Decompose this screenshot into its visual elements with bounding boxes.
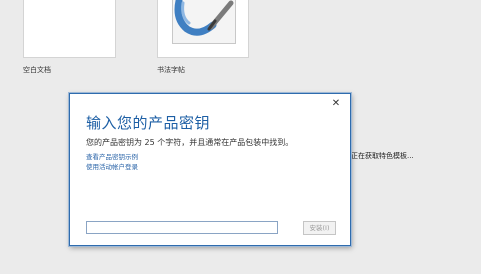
- dialog-description: 您的产品密钥为 25 个字符，并且通常在产品包装中找到。: [86, 138, 294, 147]
- product-key-dialog: ✕ 输入您的产品密钥 您的产品密钥为 25 个字符，并且通常在产品包装中找到。 …: [69, 93, 351, 246]
- calligraphy-template-label: 书法字帖: [157, 66, 185, 74]
- blank-document-label: 空白文档: [23, 66, 51, 74]
- view-key-examples-link[interactable]: 查看产品密钥示例: [86, 151, 138, 161]
- close-icon[interactable]: ✕: [330, 98, 342, 110]
- blank-document-thumbnail[interactable]: [23, 0, 116, 58]
- dialog-title: 输入您的产品密钥: [86, 114, 211, 132]
- office-start-screen: 空白文档 书法字帖 正在获取特色模板... ✕ 输入您的产品密钥 您的产品密钥为…: [0, 0, 481, 274]
- install-button[interactable]: 安装(I): [303, 221, 336, 235]
- loading-status-text: 正在获取特色模板...: [351, 152, 414, 160]
- product-key-input[interactable]: [86, 221, 278, 234]
- calligraphy-template-thumbnail[interactable]: [157, 0, 249, 58]
- sign-in-account-link[interactable]: 使用活动帐户登录: [86, 161, 138, 171]
- calligraphy-brush-icon: [172, 0, 236, 44]
